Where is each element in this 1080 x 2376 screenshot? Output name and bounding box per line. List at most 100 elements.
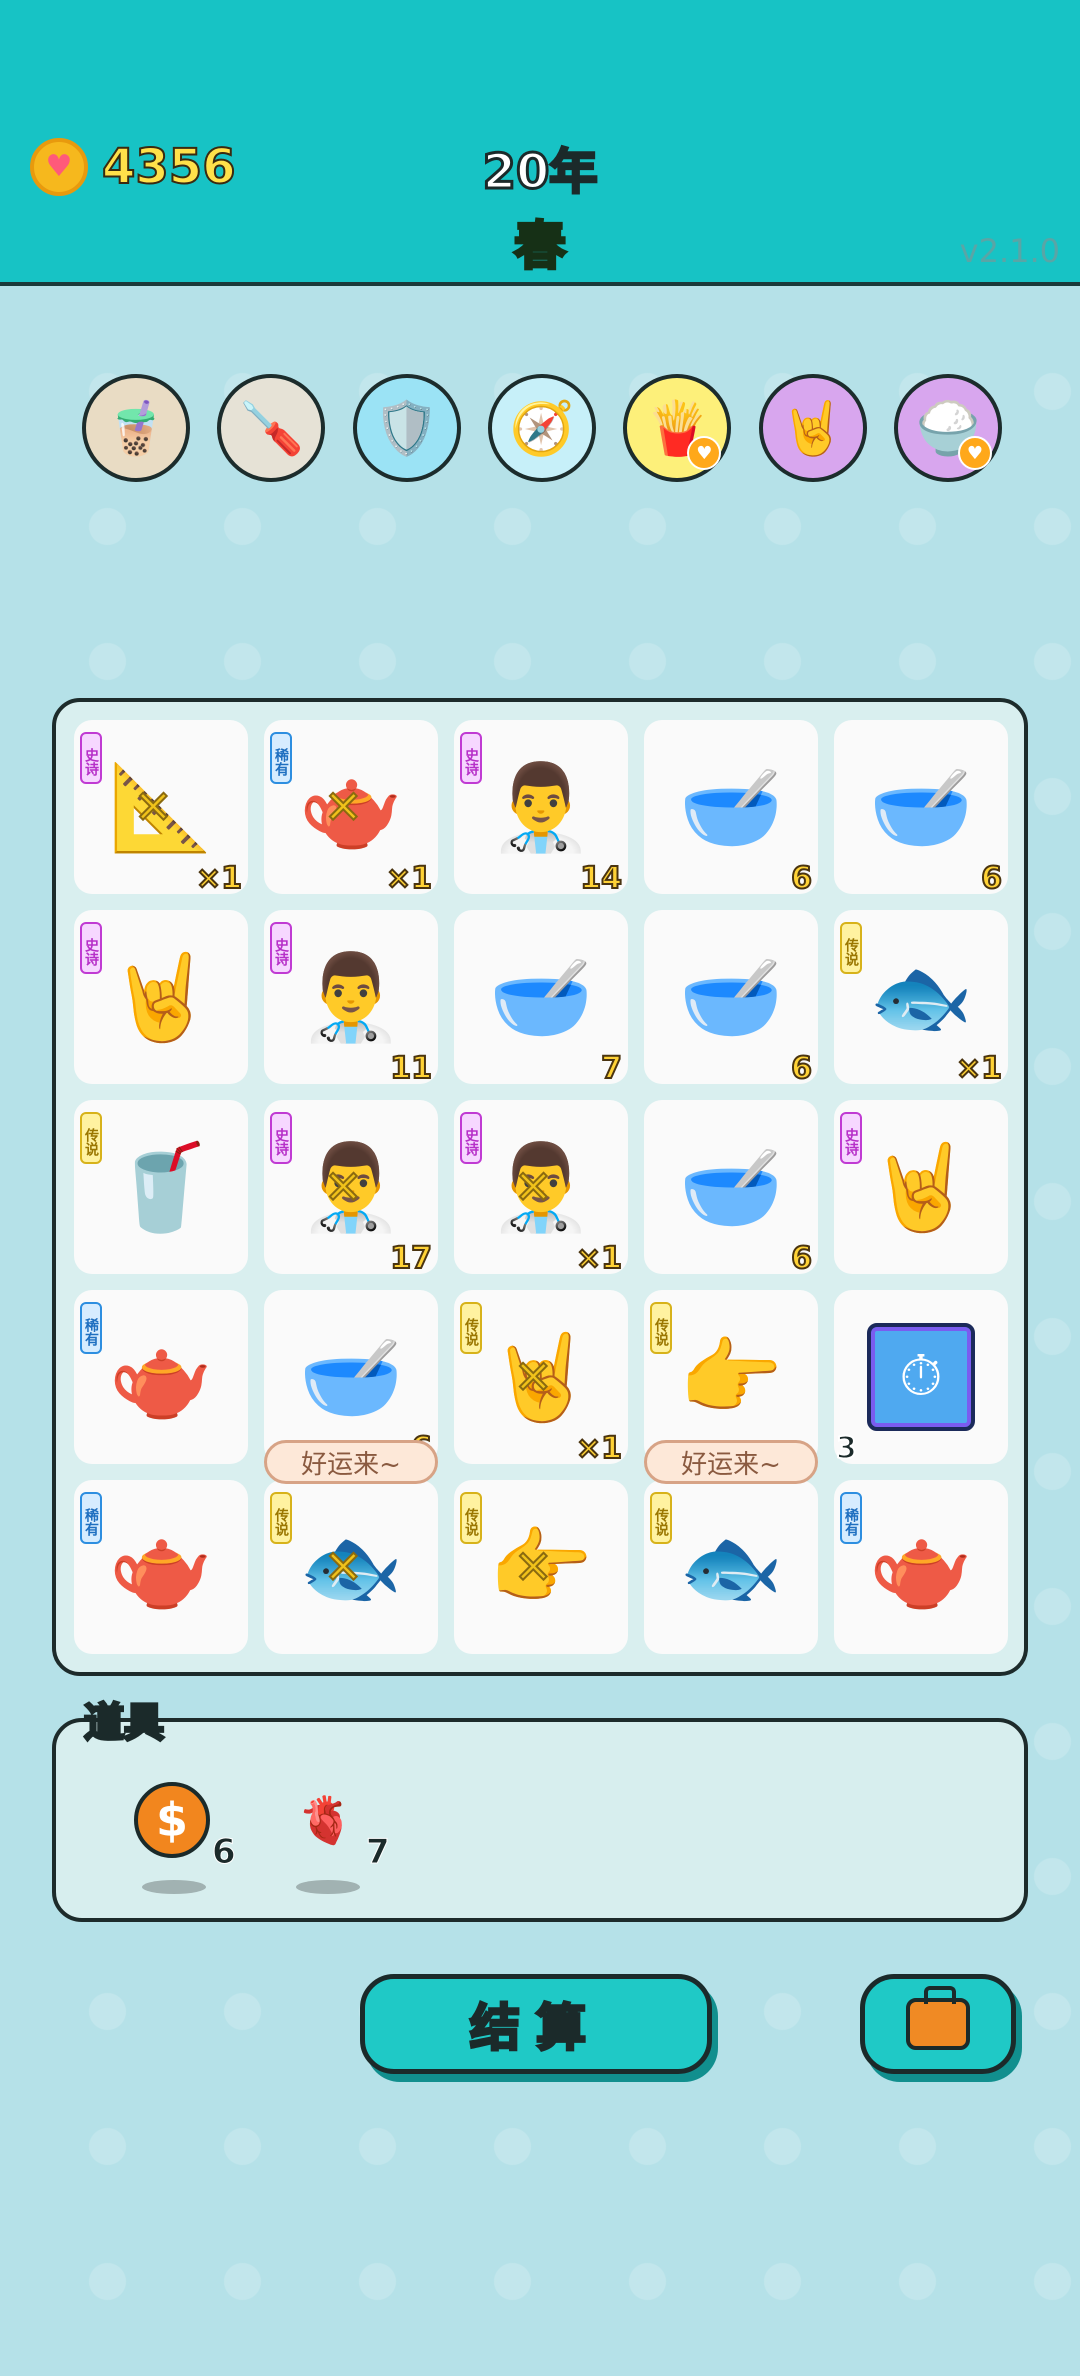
board-cell[interactable]: 🥣6 xyxy=(834,720,1008,897)
tool-slot[interactable]: 🪛 xyxy=(217,374,326,482)
rarity-tag: 史诗 xyxy=(80,922,102,974)
item-board: 📐 史诗 ×1 ✕ 🫖 稀有 ×1 ✕ 👨‍⚕️ 史诗 14 🥣 6 🥣 6 🤘 史诗 👨‍⚕️ 史诗 11 🥣 7 🥣 6 🐟… xyxy=(52,698,1028,1676)
tool-bar: 🧋 🪛 🛡️ 🧭 🍟 ♥ 🤘 🍚 ♥ xyxy=(82,374,1002,482)
item-shadow xyxy=(296,1880,360,1894)
board-cell[interactable]: 🤘 史诗 xyxy=(74,910,248,1084)
rarity-tag: 传说 xyxy=(80,1112,102,1164)
liver-icon: 🫀 xyxy=(297,1792,355,1847)
board-cell[interactable]: 👉 传说 xyxy=(644,1290,818,1464)
shield-wrench-icon: 🛡️ xyxy=(374,398,440,459)
board-cell[interactable]: 🥣6 xyxy=(644,1100,818,1277)
sparkle-x-icon: ✕ xyxy=(513,1159,554,1215)
board-cell[interactable]: 🐟 传说 好运来~ ✕ xyxy=(264,1440,438,1654)
board-cell[interactable]: 🥣 7 xyxy=(454,910,628,1087)
board-grid: 📐 史诗 ×1 ✕ 🫖 稀有 ×1 ✕ 👨‍⚕️ 史诗 14 🥣 6 🥣 6 🤘 史诗 👨‍⚕️ 史诗 11 🥣 7 🥣 6 🐟… xyxy=(74,720,1008,1654)
item-count: 7 xyxy=(600,1050,623,1087)
version-label: v2.1.0 xyxy=(959,232,1060,270)
item-count: ×1 xyxy=(575,1240,623,1277)
rarity-tag: 史诗 xyxy=(270,922,292,974)
board-cell[interactable]: 👨‍⚕️ 史诗 11 xyxy=(264,910,438,1087)
year-label: 20年 xyxy=(481,143,599,202)
board-cell[interactable]: 🥤 传说 xyxy=(74,1100,248,1274)
rarity-tag: 传说 xyxy=(650,1302,672,1354)
inventory-item[interactable]: $6 xyxy=(122,1778,236,1908)
board-cell[interactable]: 📐 史诗 ×1 ✕ xyxy=(74,720,248,897)
tool-slot[interactable]: 🧭 xyxy=(487,374,596,482)
sparkle-x-icon: ✕ xyxy=(513,1539,554,1595)
stopwatch-icon: ⏱ xyxy=(867,1323,975,1431)
board-cell[interactable]: 🤘 传说 ×1 ✕ xyxy=(454,1290,628,1467)
stopwatch-card-icon: ⏱ xyxy=(834,1290,1008,1464)
rarity-tag: 传说 xyxy=(460,1492,482,1544)
rarity-tag: 传说 xyxy=(270,1492,292,1544)
tool-slot[interactable]: 🧋 xyxy=(82,374,190,482)
sparkle-x-icon: ✕ xyxy=(323,779,364,835)
board-cell[interactable]: 👨‍⚕️ 史诗 14 xyxy=(454,720,628,897)
board-cell[interactable]: 👨‍⚕️ 史诗 ×1 ✕ xyxy=(454,1100,628,1277)
top-bar: ♥ 4356 20年 春 v2.1.0 xyxy=(0,0,1080,286)
sparkle-x-icon: ✕ xyxy=(133,779,174,835)
rarity-tag: 稀有 xyxy=(80,1302,102,1354)
rarity-tag: 传说 xyxy=(840,922,862,974)
tool-slot[interactable]: 🤘 xyxy=(758,374,867,482)
item-count: ×1 xyxy=(575,1430,623,1467)
item-shadow xyxy=(142,1880,206,1894)
board-cell[interactable]: 🫖 稀有 xyxy=(834,1480,1008,1654)
item-count: 6 xyxy=(790,1050,813,1087)
rarity-tag: 传说 xyxy=(460,1302,482,1354)
heart-badge-icon: ♥ xyxy=(957,436,992,470)
briefcase-icon xyxy=(906,1986,970,2050)
item-count: 6 xyxy=(790,860,813,897)
item-count: 3 xyxy=(835,1430,858,1467)
item-count: ×1 xyxy=(195,860,243,897)
speech-bubble: 好运来~ xyxy=(264,1440,438,1484)
rarity-tag: 史诗 xyxy=(460,732,482,784)
tool-slot[interactable]: 🛡️ xyxy=(352,374,461,482)
rock-hand-icon: 🤘 xyxy=(780,398,846,459)
dollar-coin-icon: $ xyxy=(134,1782,210,1858)
item-count: ×1 xyxy=(385,860,433,897)
item-count: 17 xyxy=(389,1240,433,1277)
board-cell[interactable]: 🫖 稀有 xyxy=(74,1480,248,1654)
screwdriver-icon: 🪛 xyxy=(238,398,304,459)
backpack-button[interactable] xyxy=(860,1974,1016,2074)
season-label: 春 xyxy=(512,216,567,279)
board-cell[interactable]: 👨‍⚕️ 史诗 17 ✕ xyxy=(264,1100,438,1277)
rarity-tag: 稀有 xyxy=(80,1492,102,1544)
board-cell[interactable]: 👉 传说 ✕ xyxy=(454,1480,628,1654)
board-cell[interactable]: 🥣6 xyxy=(644,910,818,1087)
heart-badge-icon: ♥ xyxy=(687,436,722,470)
sparkle-x-icon: ✕ xyxy=(513,1349,554,1405)
rarity-tag: 史诗 xyxy=(840,1112,862,1164)
item-count: 11 xyxy=(389,1050,433,1087)
rarity-tag: 史诗 xyxy=(460,1112,482,1164)
speech-bubble: 好运来~ xyxy=(644,1440,818,1484)
board-cell[interactable]: 🫖 稀有 xyxy=(74,1290,248,1464)
item-quantity: 7 xyxy=(366,1832,391,1873)
board-cell[interactable]: 🥣6 xyxy=(264,1290,438,1467)
rarity-tag: 史诗 xyxy=(270,1112,292,1164)
board-cell[interactable]: 🥣6 xyxy=(644,720,818,897)
board-cell[interactable]: 🐟 传说 好运来~ xyxy=(644,1440,818,1654)
board-cell[interactable]: ⏱ 3 xyxy=(834,1290,1008,1467)
sparkle-x-icon: ✕ xyxy=(323,1159,364,1215)
items-panel: $6 🫀 7 xyxy=(52,1718,1028,1922)
item-quantity: 6 xyxy=(212,1832,237,1873)
items-title: 道具 xyxy=(83,1699,166,1748)
rarity-tag: 稀有 xyxy=(270,732,292,784)
rarity-tag: 史诗 xyxy=(80,732,102,784)
board-cell[interactable]: 🐟 传说 ×1 xyxy=(834,910,1008,1087)
item-count: 6 xyxy=(790,1240,813,1277)
rarity-tag: 传说 xyxy=(650,1492,672,1544)
bubble-tea-icon: 🧋 xyxy=(103,398,169,459)
inventory-item[interactable]: 🫀 7 xyxy=(276,1778,390,1908)
item-count: 6 xyxy=(980,860,1003,897)
item-count: 14 xyxy=(579,860,623,897)
board-cell[interactable]: 🫖 稀有 ×1 ✕ xyxy=(264,720,438,897)
item-count: ×1 xyxy=(955,1050,1003,1087)
rarity-tag: 稀有 xyxy=(840,1492,862,1544)
board-cell[interactable]: 🤘 史诗 xyxy=(834,1100,1008,1274)
settle-button[interactable]: 结算 xyxy=(360,1974,712,2074)
tool-slot[interactable]: 🍚 ♥ xyxy=(893,374,1002,482)
tool-slot[interactable]: 🍟 ♥ xyxy=(623,374,732,482)
